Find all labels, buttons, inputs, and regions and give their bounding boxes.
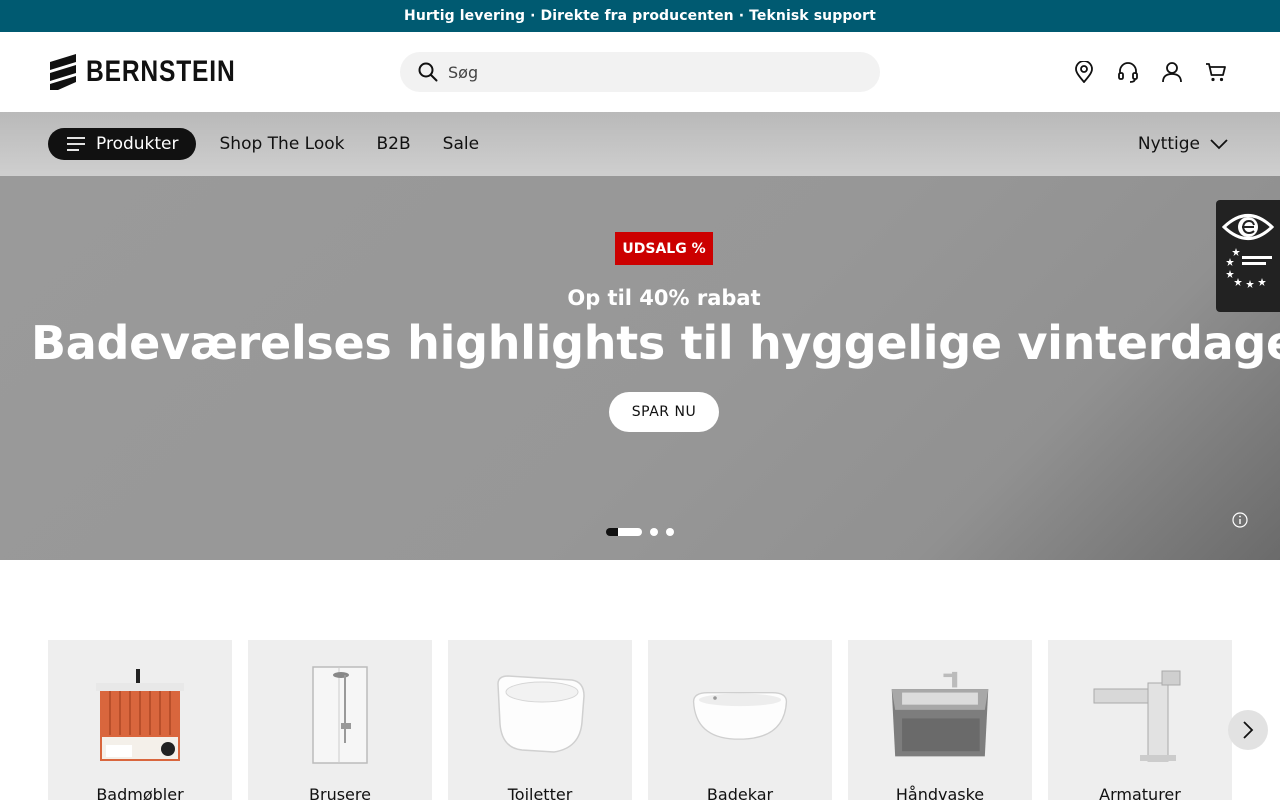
category-label: Håndvaske bbox=[895, 785, 985, 800]
hero-title: Badeværelses highlights til hyggelige vi… bbox=[31, 316, 1280, 370]
header-actions bbox=[1072, 60, 1228, 84]
cart-icon[interactable] bbox=[1204, 60, 1228, 84]
logo-text: BERNSTEIN bbox=[86, 55, 236, 88]
info-icon[interactable] bbox=[1232, 512, 1248, 528]
search-input[interactable] bbox=[448, 62, 848, 82]
bathroom-cabinet-image bbox=[90, 660, 190, 770]
category-label: Armaturer bbox=[1099, 785, 1181, 800]
category-tile[interactable]: Toiletter bbox=[448, 640, 632, 800]
location-pin-icon[interactable] bbox=[1072, 60, 1096, 84]
carousel-dot-2[interactable] bbox=[650, 528, 658, 536]
useful-dropdown-label: Nyttige bbox=[1137, 134, 1200, 154]
shower-image bbox=[290, 660, 390, 770]
hero-banner[interactable]: UDSALG % Op til 40% rabat Badeværelses h… bbox=[0, 176, 1280, 560]
category-tile[interactable]: Brusere bbox=[248, 640, 432, 800]
carousel-dot-1[interactable] bbox=[606, 528, 642, 536]
trust-badge[interactable] bbox=[1216, 200, 1280, 312]
search-bar[interactable] bbox=[400, 52, 880, 92]
washbasin-image bbox=[890, 660, 990, 770]
announcement-text: Hurtig levering · Direkte fra producente… bbox=[404, 8, 876, 24]
logo-mark-icon bbox=[50, 54, 76, 90]
category-label: Badmøbler bbox=[96, 785, 184, 800]
category-carousel: Badmøbler Brusere Toiletter Badekar Hånd… bbox=[48, 640, 1232, 800]
category-label: Badekar bbox=[706, 785, 774, 800]
trusted-shop-eye-icon bbox=[1222, 214, 1274, 240]
nav-link-b2b[interactable]: B2B bbox=[377, 134, 411, 154]
nav-link-sale[interactable]: Sale bbox=[443, 134, 479, 154]
bathtub-image bbox=[690, 660, 790, 770]
category-label: Brusere bbox=[309, 785, 371, 800]
ecommerce-europe-stars-icon bbox=[1226, 248, 1272, 288]
hero-cta-button[interactable]: SPAR NU bbox=[609, 392, 719, 432]
faucet-image bbox=[1090, 660, 1190, 770]
site-header: BERNSTEIN bbox=[0, 32, 1280, 112]
search-icon[interactable] bbox=[418, 62, 438, 82]
category-label: Toiletter bbox=[507, 785, 573, 800]
category-tile[interactable]: Badmøbler bbox=[48, 640, 232, 800]
main-nav: Produkter Shop The Look B2B Sale Nyttige bbox=[0, 112, 1280, 176]
announcement-bar: Hurtig levering · Direkte fra producente… bbox=[0, 0, 1280, 32]
logo[interactable]: BERNSTEIN bbox=[48, 54, 268, 90]
carousel-dot-3[interactable] bbox=[666, 528, 674, 536]
category-tile[interactable]: Håndvaske bbox=[848, 640, 1032, 800]
chevron-right-icon bbox=[1243, 721, 1254, 739]
chevron-down-icon bbox=[1210, 139, 1228, 150]
carousel-dots bbox=[606, 528, 674, 536]
useful-dropdown[interactable]: Nyttige bbox=[1138, 112, 1228, 176]
products-menu-label: Produkter bbox=[96, 134, 179, 154]
category-tile[interactable]: Armaturer bbox=[1048, 640, 1232, 800]
carousel-next-button[interactable] bbox=[1228, 710, 1268, 750]
menu-icon bbox=[67, 137, 85, 151]
sale-badge: UDSALG % bbox=[615, 232, 713, 265]
hero-subtitle: Op til 40% rabat bbox=[567, 286, 761, 310]
user-icon[interactable] bbox=[1160, 60, 1184, 84]
category-tile[interactable]: Badekar bbox=[648, 640, 832, 800]
toilet-image bbox=[490, 660, 590, 770]
nav-link-shop-the-look[interactable]: Shop The Look bbox=[220, 134, 345, 154]
products-menu-button[interactable]: Produkter bbox=[48, 128, 196, 160]
headset-icon[interactable] bbox=[1116, 60, 1140, 84]
